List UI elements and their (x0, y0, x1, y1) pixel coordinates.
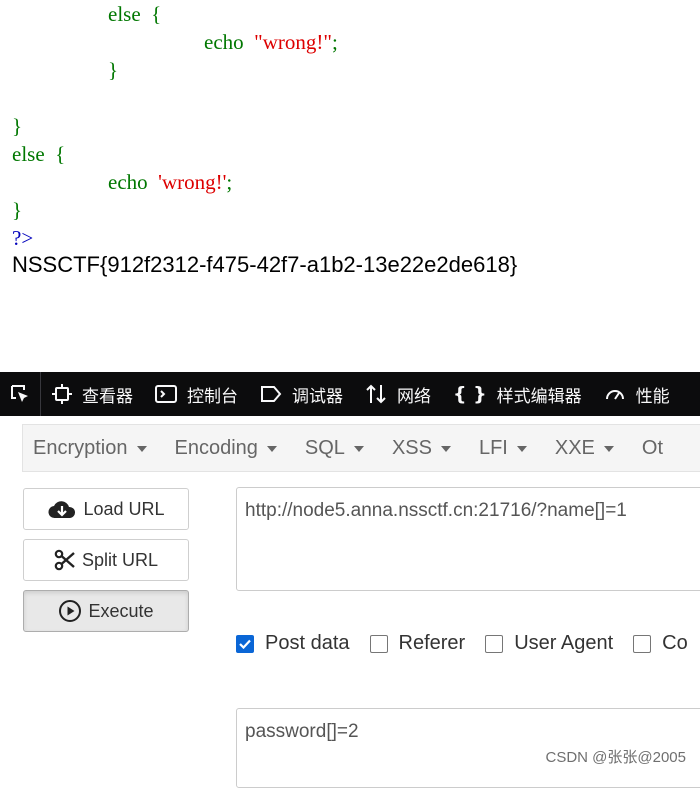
code-line: else { (12, 140, 65, 168)
referer-checkbox[interactable]: Referer (369, 632, 466, 655)
hackbar-menu: Encryption Encoding SQL XSS LFI XXE Ot (22, 424, 700, 472)
tab-label: 性能 (635, 386, 670, 407)
caret-down-icon (136, 446, 147, 452)
caret-down-icon (516, 446, 527, 452)
picker-icon (11, 385, 28, 402)
request-options: Post data Referer User Agent Co (236, 632, 700, 655)
watermark: CSDN @张张@2005 (545, 749, 687, 766)
semicolon: ; (226, 170, 233, 194)
tab-label: 查看器 (82, 386, 133, 407)
keyword-echo: echo (204, 30, 244, 54)
load-url-button[interactable]: Load URL (23, 488, 189, 530)
menu-label: XSS (391, 436, 432, 459)
menu-other[interactable]: Ot (632, 437, 673, 460)
menu-sql[interactable]: SQL (295, 437, 374, 460)
cookies-checkbox[interactable]: Co (633, 632, 688, 655)
keyword-else: else (12, 142, 45, 166)
menu-label: Encoding (174, 436, 258, 459)
devtools-toolbar: 查看器 控制台 调试器 网络 { } 样式编辑器 性能 (0, 372, 700, 416)
tab-label: 调试器 (292, 386, 343, 407)
menu-xxe[interactable]: XXE (545, 437, 624, 460)
inspector-icon (52, 384, 72, 404)
caret-down-icon (603, 446, 614, 452)
post-data-checkbox[interactable]: Post data (236, 632, 350, 655)
menu-encryption[interactable]: Encryption (23, 437, 157, 460)
code-line: } (12, 198, 23, 222)
cloud-download-icon (47, 498, 77, 520)
performance-icon (604, 383, 626, 405)
code-line: echo 'wrong!'; (108, 168, 232, 196)
menu-label: XXE (554, 436, 595, 459)
flag-output: NSSCTF{912f2312-f475-42f7-a1b2-13e22e2de… (12, 252, 518, 277)
tab-label: 控制台 (187, 386, 238, 407)
tab-inspector[interactable]: 查看器 (41, 372, 144, 416)
checkbox-unchecked[interactable] (369, 634, 388, 653)
string-literal: "wrong!" (254, 30, 332, 54)
scissors-icon (54, 549, 76, 571)
string-literal: 'wrong!' (158, 170, 227, 194)
menu-label: Ot (641, 436, 664, 459)
checkbox-label: User Agent (514, 632, 614, 654)
brace: { (151, 2, 162, 26)
menu-label: LFI (478, 436, 508, 459)
split-url-button[interactable]: Split URL (23, 539, 189, 581)
code-line: echo "wrong!"; (204, 28, 338, 56)
button-label: Load URL (83, 498, 165, 519)
brace: { (55, 142, 66, 166)
url-input[interactable]: http://node5.anna.nssctf.cn:21716/?name[… (236, 487, 700, 591)
braces-icon: { } (453, 383, 487, 405)
checkbox-unchecked[interactable] (633, 634, 652, 653)
checkbox-label: Post data (265, 632, 350, 654)
menu-xss[interactable]: XSS (382, 437, 461, 460)
checkbox-unchecked[interactable] (485, 634, 504, 653)
element-picker-button[interactable] (0, 372, 41, 416)
execute-button[interactable]: Execute (23, 590, 189, 632)
tab-debugger[interactable]: 调试器 (249, 372, 354, 416)
menu-label: SQL (304, 436, 345, 459)
tab-performance[interactable]: 性能 (593, 372, 681, 416)
tab-network[interactable]: 网络 (354, 372, 442, 416)
checkbox-label: Referer (398, 632, 466, 654)
keyword-else: else (108, 2, 141, 26)
console-icon (155, 384, 177, 404)
button-label: Split URL (81, 549, 159, 570)
user-agent-checkbox[interactable]: User Agent (485, 632, 613, 655)
code-view: else { echo "wrong!"; } } else { echo 'w… (0, 0, 700, 300)
code-line: else { (108, 0, 161, 28)
debugger-icon (260, 385, 282, 403)
checkbox-checked[interactable] (236, 634, 254, 653)
code-line: } (108, 58, 119, 82)
caret-down-icon (353, 446, 364, 452)
network-icon (365, 383, 387, 405)
button-label: Execute (88, 600, 154, 621)
menu-label: Encryption (33, 436, 128, 459)
caret-down-icon (440, 446, 451, 452)
semicolon: ; (331, 30, 338, 54)
keyword-echo: echo (108, 170, 148, 194)
play-circle-icon (58, 599, 82, 623)
php-close-tag: ?> (12, 226, 34, 250)
code-line: } (12, 114, 23, 138)
tab-label: 网络 (397, 386, 431, 407)
tab-console[interactable]: 控制台 (144, 372, 249, 416)
tab-label: 样式编辑器 (496, 386, 582, 407)
menu-lfi[interactable]: LFI (469, 437, 537, 460)
caret-down-icon (266, 446, 277, 452)
tab-style-editor[interactable]: { } 样式编辑器 (442, 372, 593, 416)
menu-encoding[interactable]: Encoding (165, 437, 287, 460)
checkbox-label: Co (662, 632, 688, 654)
